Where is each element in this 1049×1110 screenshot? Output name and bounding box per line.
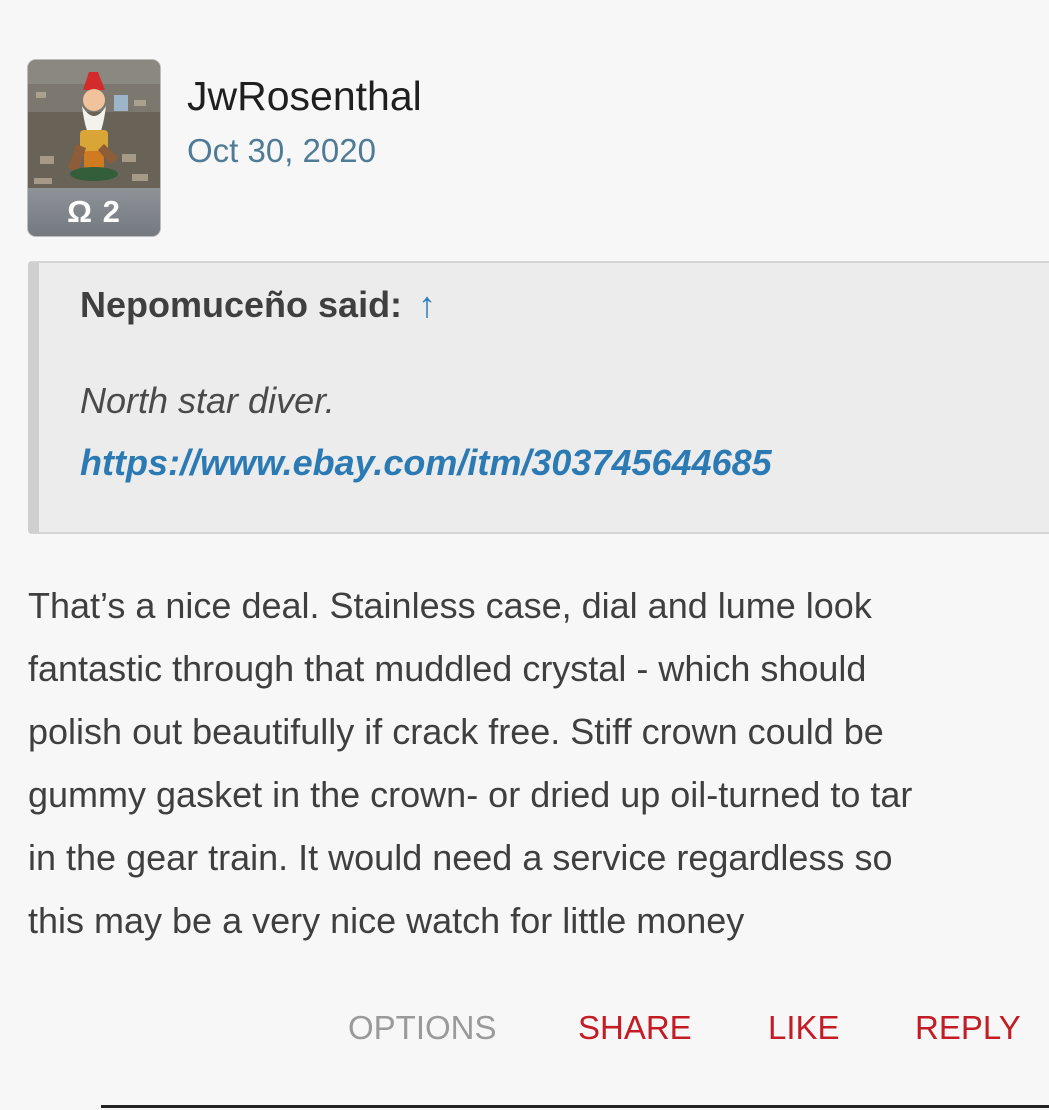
- quoted-post: Nepomuceño said: ↑ North star diver. htt…: [28, 261, 1049, 534]
- share-button[interactable]: SHARE: [578, 1006, 692, 1050]
- post-body-line: polish out beautifully if crack free. St…: [28, 711, 884, 752]
- quote-link[interactable]: https://www.ebay.com/itm/303745644685: [80, 439, 772, 487]
- post-body: That’s a nice deal. Stainless case, dial…: [28, 574, 1040, 952]
- post-body-line: in the gear train. It would need a servi…: [28, 837, 893, 878]
- post-body-line: gummy gasket in the crown- or dried up o…: [28, 774, 913, 815]
- bottom-divider: [101, 1105, 1049, 1108]
- like-button[interactable]: LIKE: [768, 1006, 840, 1050]
- options-button[interactable]: OPTIONS: [348, 1006, 497, 1050]
- user-avatar[interactable]: Ω 2: [28, 60, 160, 236]
- quote-header: Nepomuceño said: ↑: [80, 281, 436, 329]
- reputation-badge: Ω 2: [28, 188, 160, 236]
- post-body-line: fantastic through that muddled crystal -…: [28, 648, 867, 689]
- quote-text: North star diver.: [80, 380, 335, 421]
- post-username[interactable]: JwRosenthal: [187, 70, 422, 122]
- post-body-line: this may be a very nice watch for little…: [28, 900, 745, 941]
- quote-author: Nepomuceño said:: [80, 284, 403, 325]
- jump-to-quote-icon[interactable]: ↑: [418, 284, 436, 325]
- post-date[interactable]: Oct 30, 2020: [187, 129, 376, 173]
- reply-button[interactable]: REPLY: [915, 1006, 1021, 1050]
- post-body-line: That’s a nice deal. Stainless case, dial…: [28, 585, 872, 626]
